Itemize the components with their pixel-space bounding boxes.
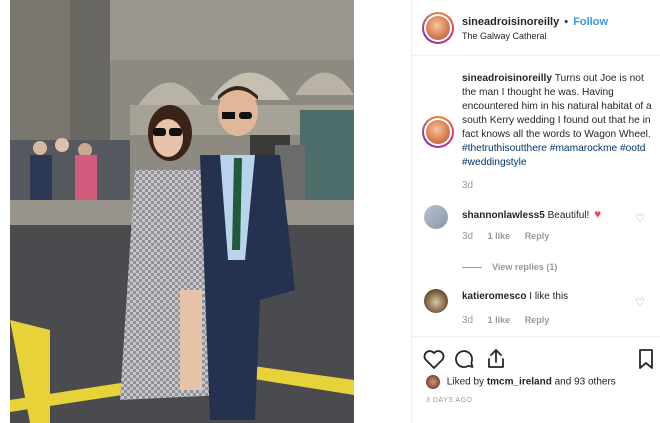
view-replies-label[interactable]: View replies (1) (492, 262, 557, 272)
comment-icon[interactable] (452, 347, 476, 371)
comment-meta: 3d 1 like Reply (462, 315, 561, 326)
author-avatar[interactable] (422, 12, 454, 44)
post-header: sineadroisinoreilly • Follow The Galway … (412, 0, 660, 56)
author-username[interactable]: sineadroisinoreilly (462, 16, 559, 28)
comment-like-heart-icon[interactable]: ♡ (635, 212, 645, 225)
replies-divider (462, 267, 482, 269)
post-side-panel: sineadroisinoreilly • Follow The Galway … (411, 0, 660, 423)
author-line: sineadroisinoreilly • Follow (462, 16, 608, 28)
reply-button[interactable]: Reply (525, 315, 550, 325)
separator-dot: • (564, 16, 569, 28)
wedding-photo-illustration (10, 0, 354, 423)
liked-by-line: Liked by tmcm_ireland and 93 others (426, 375, 616, 389)
liked-suffix[interactable]: and 93 others (555, 377, 616, 388)
comment-age: 3d (462, 231, 474, 242)
liked-user[interactable]: tmcm_ireland (487, 377, 552, 388)
comment-likes[interactable]: 1 like (488, 231, 511, 241)
share-icon[interactable] (484, 347, 508, 371)
caption-username[interactable]: sineadroisinoreilly (462, 73, 552, 84)
comment-username[interactable]: shannonlawless5 (462, 210, 545, 221)
post-timestamp: 3 DAYS AGO (426, 397, 473, 404)
post-actions: Liked by tmcm_ireland and 93 others 3 DA… (412, 336, 660, 422)
liked-prefix: Liked by (446, 376, 485, 388)
comment-meta: 3d 1 like Reply (462, 231, 561, 242)
bookmark-icon[interactable] (634, 347, 658, 371)
comment-text: I like this (529, 291, 569, 302)
comment-username[interactable]: katieromesco (462, 291, 526, 302)
heart-icon[interactable] (422, 347, 446, 371)
caption-avatar[interactable] (422, 116, 454, 148)
commenter-avatar[interactable] (424, 289, 448, 313)
comment-like-heart-icon[interactable]: ♡ (635, 296, 645, 309)
heart-emoji-icon: ♥ (594, 207, 602, 221)
comment-line: katieromesco I like this (462, 291, 568, 302)
caption-text: sineadroisinoreilly Turns out Joe is not… (462, 72, 657, 170)
caption-age: 3d (462, 180, 474, 191)
post-photo[interactable] (10, 0, 354, 423)
commenter-avatar[interactable] (424, 205, 448, 229)
caption-hashtags[interactable]: #thetruthisoutthere #mamarockme #ootd #w… (462, 143, 645, 168)
liker-avatar[interactable] (426, 375, 440, 389)
comment-age: 3d (462, 315, 474, 326)
view-replies-button[interactable]: View replies (1) (462, 262, 557, 272)
comment-line: shannonlawless5 Beautiful! ♥ (462, 207, 601, 221)
follow-button[interactable]: Follow (573, 16, 608, 28)
comment-text: Beautiful! (547, 210, 590, 221)
location-link[interactable]: The Galway Catheral (462, 31, 547, 41)
comment-likes[interactable]: 1 like (488, 315, 511, 325)
reply-button[interactable]: Reply (525, 231, 550, 241)
